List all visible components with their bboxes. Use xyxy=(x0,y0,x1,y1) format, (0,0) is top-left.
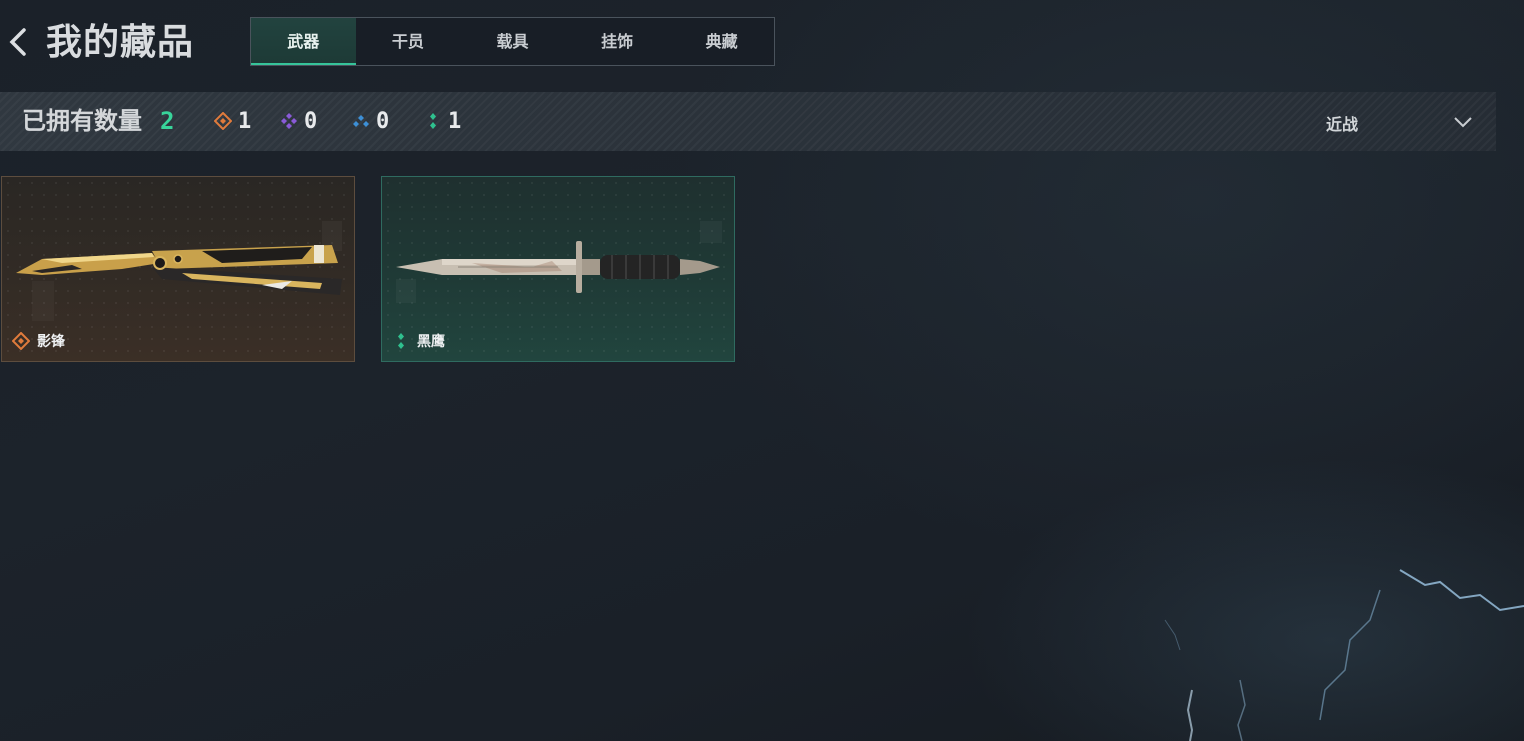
filter-dropdown[interactable]: 近战 xyxy=(1320,102,1480,142)
rarity-count-value: 0 xyxy=(376,108,390,134)
rarity-count-value: 0 xyxy=(304,108,318,134)
lightning-decoration xyxy=(1164,569,1524,741)
item-card[interactable]: 黑鹰 xyxy=(381,176,735,362)
orange-diamond-icon xyxy=(214,112,232,130)
rarity-count-green: 1 xyxy=(424,106,461,136)
item-label: 黑鹰 xyxy=(392,331,445,351)
combat-knife-icon xyxy=(396,221,722,303)
owned-summary-bar: 已拥有数量 2 1 0 0 1 近战 xyxy=(0,92,1496,151)
butterfly-knife-icon xyxy=(16,221,342,295)
purple-diamond-icon xyxy=(281,113,297,129)
chevron-down-icon xyxy=(1454,117,1472,128)
owned-total: 2 xyxy=(160,107,175,135)
tab-weapons[interactable]: 武器 xyxy=(251,18,356,65)
rarity-count-value: 1 xyxy=(448,108,462,134)
green-diamond-icon xyxy=(430,113,436,129)
item-name: 影锋 xyxy=(37,334,65,350)
item-name: 黑鹰 xyxy=(417,334,445,350)
green-diamond-icon xyxy=(398,333,404,349)
item-card[interactable]: 影锋 xyxy=(1,176,355,362)
page-title: 我的藏品 xyxy=(46,22,195,63)
tab-vehicles[interactable]: 载具 xyxy=(460,18,565,65)
rarity-count-orange: 1 xyxy=(214,106,251,136)
blue-diamond-icon xyxy=(353,115,369,127)
category-tabs: 武器 干员 载具 挂饰 典藏 xyxy=(250,17,775,66)
tab-collection[interactable]: 典藏 xyxy=(669,18,774,65)
item-label: 影锋 xyxy=(12,331,65,351)
rarity-count-blue: 0 xyxy=(352,106,389,136)
rarity-count-purple: 0 xyxy=(280,106,317,136)
back-button[interactable] xyxy=(4,22,32,62)
orange-diamond-icon xyxy=(12,332,30,350)
owned-label: 已拥有数量 xyxy=(22,107,142,135)
filter-selected-value: 近战 xyxy=(1326,115,1359,134)
rarity-count-value: 1 xyxy=(238,108,252,134)
tab-operators[interactable]: 干员 xyxy=(356,18,461,65)
tab-charms[interactable]: 挂饰 xyxy=(565,18,670,65)
chevron-left-icon xyxy=(9,28,26,56)
